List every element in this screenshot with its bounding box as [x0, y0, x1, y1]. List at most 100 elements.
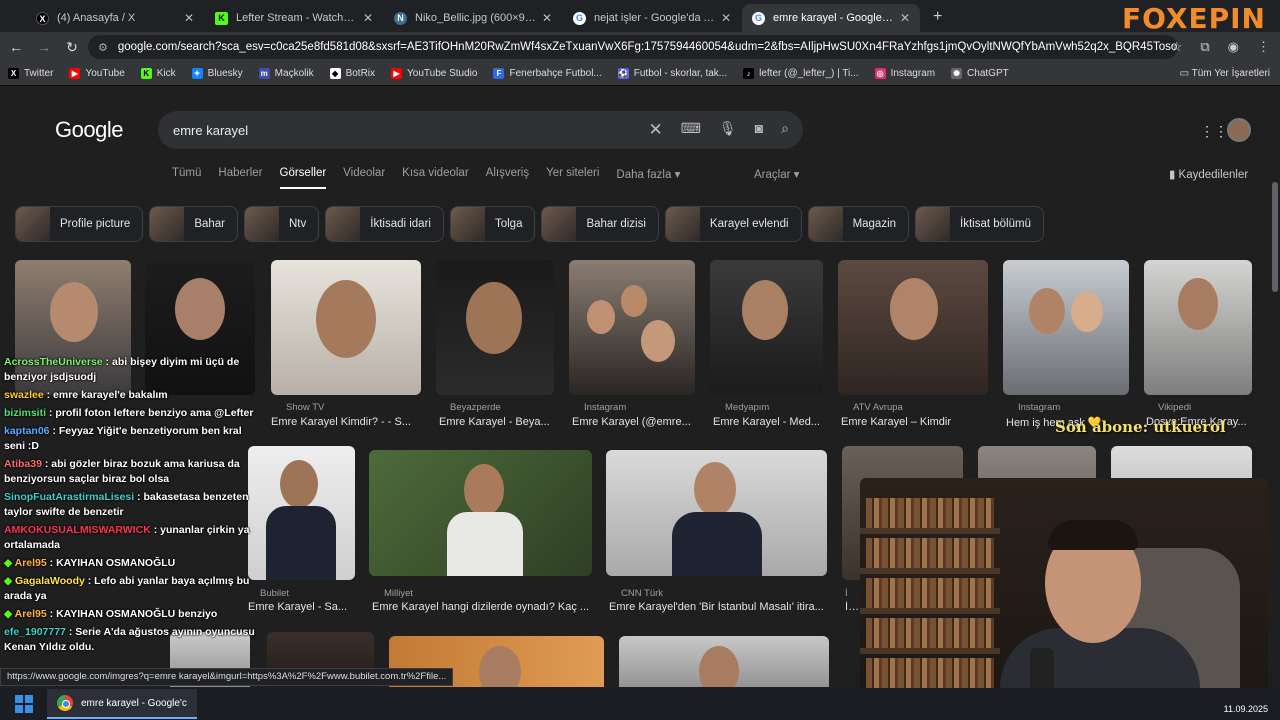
- tab-x[interactable]: X (4) Anasayfa / X ✕: [26, 4, 204, 32]
- chip-thumbnail: [150, 207, 185, 241]
- result-source: Medyapım: [725, 402, 770, 413]
- bookmark-label: Instagram: [890, 68, 936, 79]
- tab-images[interactable]: Görseller: [279, 167, 327, 189]
- address-bar[interactable]: ⚙ google.com/search?sca_esv=c0ca25e8fd58…: [88, 35, 1178, 59]
- bookmark-star-icon[interactable]: ☆: [1171, 39, 1183, 55]
- tab-short-videos[interactable]: Kısa videolar: [402, 167, 468, 189]
- chip[interactable]: Profile picture: [15, 206, 144, 242]
- chip[interactable]: İktisadi idari: [325, 206, 444, 242]
- chat-message: AMKOKUSUALMISWARWICK : yunanlar çirkin y…: [4, 524, 250, 551]
- tab-nejat-isler[interactable]: Gnejat işler - Google'da Ara ✕: [563, 4, 741, 32]
- tab-more[interactable]: Daha fazla ▾: [616, 167, 680, 189]
- result-image[interactable]: [710, 260, 823, 395]
- result-image[interactable]: [619, 636, 829, 687]
- result-image[interactable]: [1003, 260, 1129, 395]
- bookmark-fenerbahce[interactable]: F Fenerbahçe Futbol...: [493, 68, 602, 79]
- bookshelf-books: [866, 578, 994, 608]
- search-box[interactable]: emre karayel ✕ ⌨ 🎙 ◙ ⌕: [158, 111, 803, 149]
- chat-text: profil foton leftere benziyo ama @Lefter: [55, 407, 254, 419]
- reload-icon[interactable]: ↻: [60, 39, 84, 56]
- windows-start-icon[interactable]: [15, 695, 33, 713]
- bookmark-mackolik[interactable]: m Maçkolik: [258, 68, 314, 79]
- close-icon[interactable]: ✕: [184, 11, 194, 25]
- badge-icon: ◆: [4, 575, 15, 587]
- tab-niko-bellic[interactable]: N Niko_Bellic.jpg (600×900) ✕: [384, 4, 562, 32]
- chip-thumbnail: [326, 207, 361, 241]
- search-icon[interactable]: ⌕: [781, 120, 789, 140]
- bookmark-label: YouTube: [85, 68, 125, 79]
- bookmark-botrix[interactable]: ◆ BotRix: [329, 68, 375, 79]
- chip[interactable]: Karayel evlendi: [664, 206, 802, 242]
- bookmark-label: Kick: [156, 68, 176, 79]
- chip[interactable]: Bahar: [149, 206, 238, 242]
- result-image[interactable]: [369, 450, 592, 576]
- chat-message: swazlee : emre karayel'e bakalım: [4, 389, 168, 401]
- bookmark-tiktok[interactable]: ♪ lefter (@_lefter_) | Ti...: [743, 68, 859, 79]
- tab-emre-karayel[interactable]: Gemre karayel - Google'da Ara ✕: [742, 4, 920, 32]
- new-tab-button[interactable]: +: [933, 8, 942, 26]
- scrollbar[interactable]: [1272, 182, 1278, 292]
- forward-icon[interactable]: →: [32, 39, 56, 55]
- youtube-icon: ▶: [391, 68, 403, 79]
- google-logo[interactable]: Google: [55, 117, 123, 143]
- result-caption[interactable]: Emre Karayel hangi dizilerde oynadı? Kaç…: [372, 601, 592, 613]
- close-icon[interactable]: ✕: [363, 11, 373, 25]
- result-caption[interactable]: Emre Karayel - Beya...: [439, 416, 559, 428]
- chip[interactable]: İktisat bölümü: [915, 206, 1044, 242]
- taskbar-chrome-app[interactable]: emre karayel - Google'c: [47, 689, 197, 719]
- bookmark-youtube-studio[interactable]: ▶ YouTube Studio: [391, 68, 477, 79]
- lens-icon[interactable]: ◙: [755, 120, 763, 140]
- search-input[interactable]: emre karayel: [173, 123, 648, 138]
- tools-button[interactable]: Araçlar ▾: [754, 167, 799, 181]
- bookmark-twitter[interactable]: X Twitter: [8, 68, 53, 79]
- bookmark-kick[interactable]: K Kick: [140, 68, 176, 79]
- keyboard-icon[interactable]: ⌨: [681, 120, 701, 140]
- close-icon[interactable]: ✕: [542, 11, 552, 25]
- chip-label: Karayel evlendi: [709, 218, 789, 230]
- tab-all[interactable]: Tümü: [172, 167, 201, 189]
- tab-news[interactable]: Haberler: [218, 167, 262, 189]
- account-avatar[interactable]: [1227, 118, 1251, 142]
- result-caption[interactable]: Emre Karayel'den 'Bir İstanbul Masalı' i…: [609, 601, 827, 613]
- profile-icon[interactable]: ◉: [1228, 39, 1239, 55]
- result-image[interactable]: [569, 260, 695, 395]
- chip-label: Magazin: [852, 218, 897, 230]
- site-info-icon[interactable]: ⚙: [98, 41, 108, 54]
- chip[interactable]: Bahar dizisi: [541, 206, 659, 242]
- bookmark-instagram[interactable]: ◎ Instagram: [874, 68, 936, 79]
- result-image[interactable]: [606, 450, 827, 576]
- result-image[interactable]: [436, 260, 554, 395]
- tab-kick[interactable]: K Lefter Stream - Watch Live on Kick ✕: [205, 4, 383, 32]
- chip[interactable]: Ntv: [244, 206, 320, 242]
- tab-places[interactable]: Yer siteleri: [546, 167, 599, 189]
- extensions-icon[interactable]: ⧉: [1200, 39, 1209, 55]
- clear-icon[interactable]: ✕: [648, 120, 662, 140]
- face-shape: [1029, 288, 1065, 334]
- tab-shopping[interactable]: Alışveriş: [486, 167, 529, 189]
- close-icon[interactable]: ✕: [900, 11, 910, 25]
- saved-button[interactable]: ▮ Kaydedilenler: [1169, 167, 1248, 181]
- chat-text: KAYIHAN OSMANOĞLU: [56, 557, 176, 569]
- chat-message: ◆ GagalaWoody : Lefo abi yanlar baya açı…: [4, 575, 250, 602]
- result-caption[interactable]: İyi K: [845, 601, 859, 613]
- bookmark-bluesky[interactable]: ✦ Bluesky: [191, 68, 243, 79]
- result-image[interactable]: [1144, 260, 1252, 395]
- bookmark-futbol[interactable]: ⚽ Futbol - skorlar, tak...: [617, 68, 727, 79]
- tab-videos[interactable]: Videolar: [343, 167, 385, 189]
- menu-icon[interactable]: ⋮: [1257, 39, 1270, 55]
- result-caption[interactable]: Emre Karayel Kimdir? - - S...: [271, 416, 421, 428]
- bookmark-youtube[interactable]: ▶ YouTube: [69, 68, 125, 79]
- result-caption[interactable]: Emre Karayel (@emre...: [572, 416, 697, 428]
- bookmark-chatgpt[interactable]: ✺ ChatGPT: [951, 68, 1009, 79]
- chip[interactable]: Tolga: [449, 206, 536, 242]
- result-image[interactable]: [271, 260, 421, 395]
- result-image[interactable]: [838, 260, 988, 395]
- close-icon[interactable]: ✕: [721, 11, 731, 25]
- all-bookmarks[interactable]: ▭ Tüm Yer İşaretleri: [1180, 68, 1270, 79]
- result-caption[interactable]: Emre Karayel – Kimdir: [841, 416, 986, 428]
- result-caption[interactable]: Emre Karayel - Med...: [713, 416, 825, 428]
- back-icon[interactable]: ←: [4, 39, 28, 55]
- chip[interactable]: Magazin: [807, 206, 910, 242]
- microphone-icon[interactable]: 🎙: [719, 120, 737, 140]
- tab-title: (4) Anasayfa / X: [57, 12, 136, 24]
